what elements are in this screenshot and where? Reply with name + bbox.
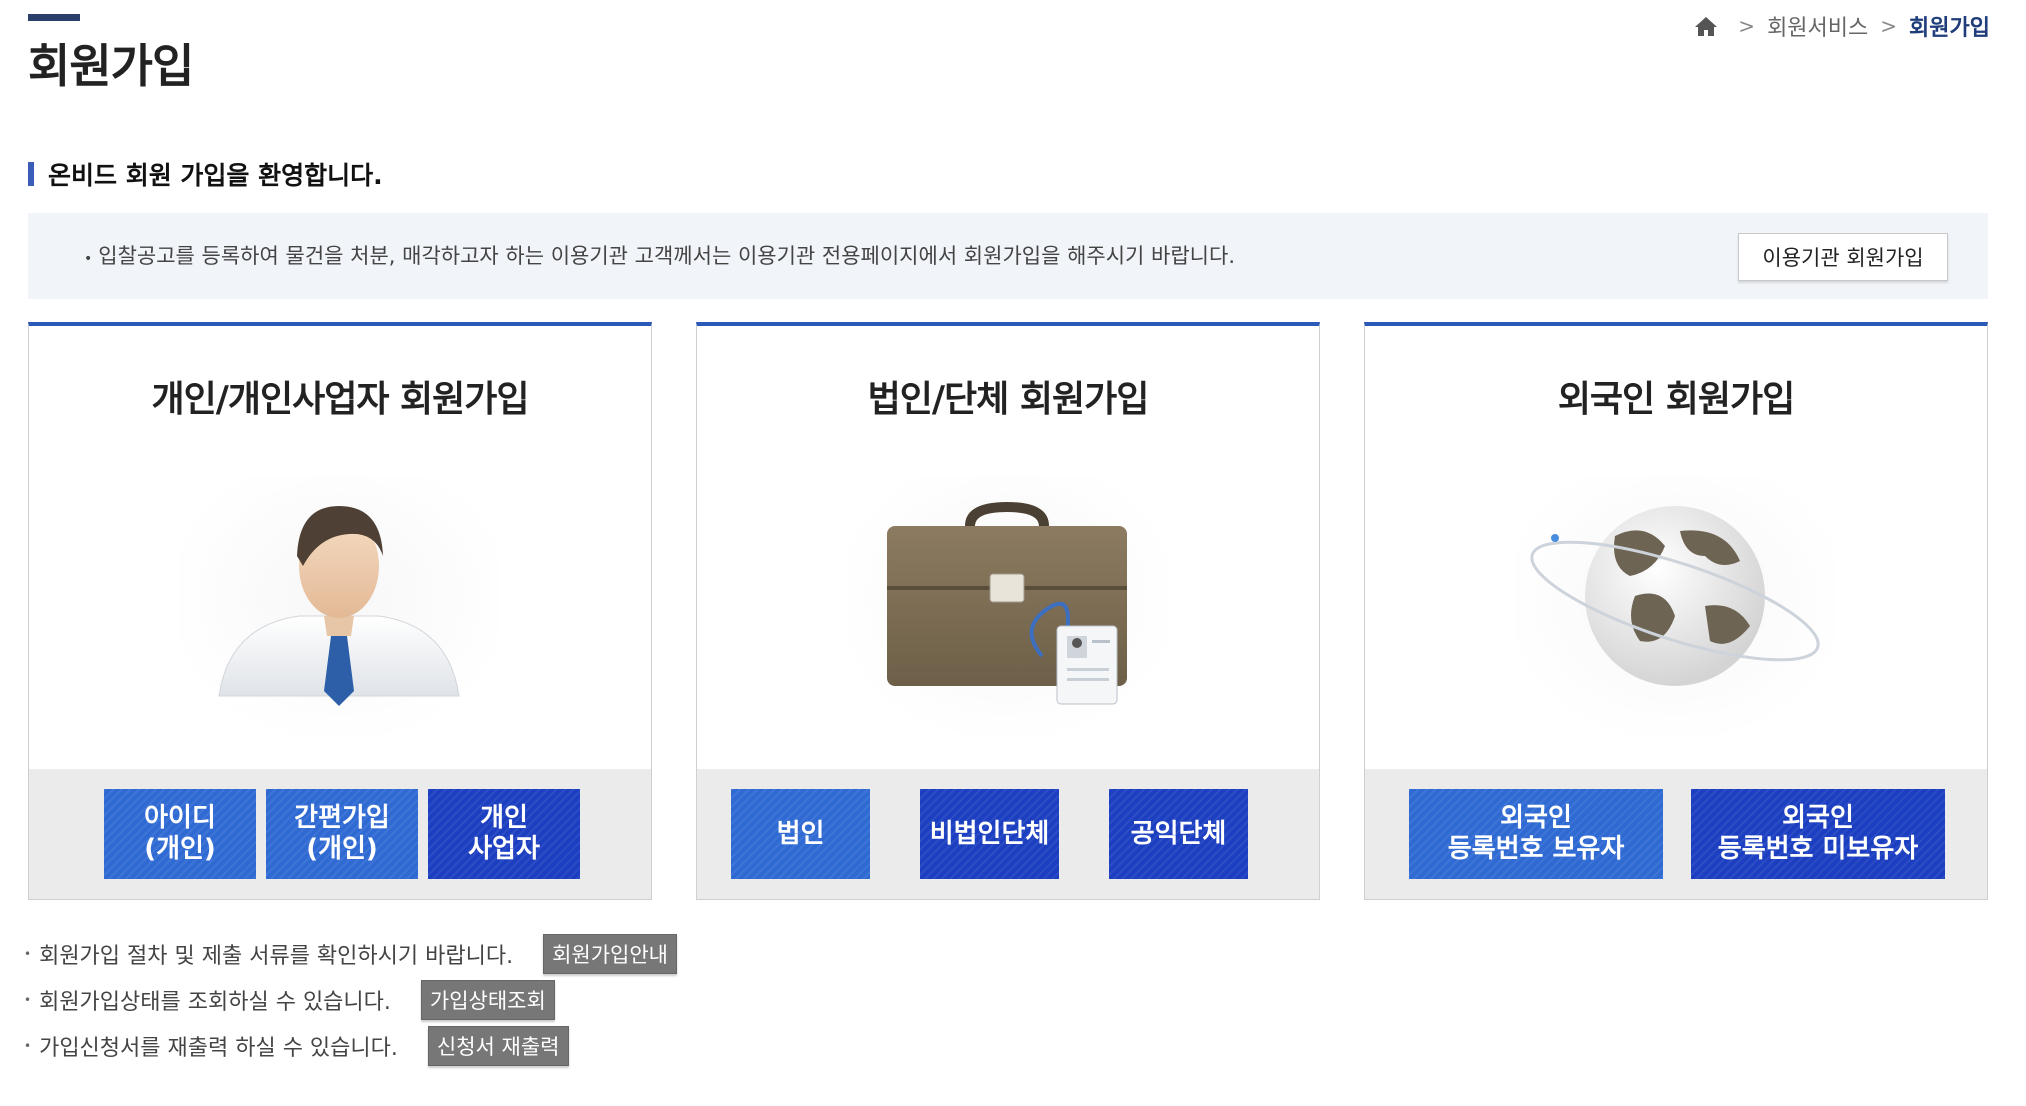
card-button-area: 외국인 등록번호 보유자 외국인 등록번호 미보유자 [1365, 769, 1987, 899]
card-button-area: 법인 비법인단체 공익단체 [697, 769, 1319, 899]
card-title: 법인/단체 회원가입 [867, 379, 1150, 420]
notice-text: 입찰공고를 등록하여 물건을 처분, 매각하고자 하는 이용기관 고객께서는 이… [98, 244, 1235, 268]
signup-foreigner-without-regno-button[interactable]: 외국인 등록번호 미보유자 [1691, 789, 1945, 879]
signup-corporation-button[interactable]: 법인 [731, 789, 870, 879]
section-heading: 온비드 회원 가입을 환영합니다. [28, 156, 383, 192]
info-row: • 회원가입상태를 조회하실 수 있습니다. 가입상태조회 [24, 980, 555, 1020]
bullet: • [24, 947, 32, 961]
card-title: 개인/개인사업자 회원가입 [151, 379, 529, 420]
card-individual: 개인/개인사업자 회원가입 아이디 (개인) 간편가입 (개인) 개인 사업자 [28, 322, 652, 900]
institution-signup-button[interactable]: 이용기관 회원가입 [1738, 233, 1948, 281]
info-row: • 가입신청서를 재출력 하실 수 있습니다. 신청서 재출력 [24, 1026, 569, 1066]
breadcrumb-separator: > [1738, 14, 1756, 38]
bullet: • [24, 993, 32, 1007]
signup-simple-individual-button[interactable]: 간편가입 (개인) [266, 789, 418, 879]
signup-id-individual-button[interactable]: 아이디 (개인) [104, 789, 256, 879]
card-foreigner: 외국인 회원가입 외국인 등록번호 보유자 외국인 등록번호 미보유자 [1364, 322, 1988, 900]
breadcrumb-item-member-service[interactable]: 회원서비스 [1767, 10, 1868, 42]
breadcrumb-item-current: 회원가입 [1909, 16, 1990, 41]
card-button-area: 아이디 (개인) 간편가입 (개인) 개인 사업자 [29, 769, 651, 899]
info-text: 회원가입 절차 및 제출 서류를 확인하시기 바랍니다. [39, 944, 514, 969]
title-accent-bar [28, 14, 80, 21]
reprint-application-button[interactable]: 신청서 재출력 [427, 1026, 569, 1066]
signup-sole-proprietor-button[interactable]: 개인 사업자 [428, 789, 580, 879]
info-row: • 회원가입 절차 및 제출 서류를 확인하시기 바랍니다. 회원가입안내 [24, 934, 677, 974]
signup-status-button[interactable]: 가입상태조회 [420, 980, 555, 1020]
notice-message: • 입찰공고를 등록하여 물건을 처분, 매각하고자 하는 이용기관 고객께서는 … [84, 240, 1235, 270]
breadcrumb: > 회원서비스 > 회원가입 [1694, 10, 1990, 42]
globe-icon [1515, 476, 1835, 746]
signup-guide-button[interactable]: 회원가입안내 [543, 934, 677, 974]
bullet: • [24, 1039, 32, 1053]
section-heading-text: 온비드 회원 가입을 환영합니다. [48, 161, 383, 190]
signup-foreigner-with-regno-button[interactable]: 외국인 등록번호 보유자 [1409, 789, 1663, 879]
briefcase-icon [847, 476, 1167, 746]
person-icon [179, 476, 499, 746]
card-title: 외국인 회원가입 [1557, 379, 1795, 420]
signup-unincorporated-group-button[interactable]: 비법인단체 [920, 789, 1059, 879]
card-corporation: 법인/단체 회원가입 법인 비법인단체 공익단체 [696, 322, 1320, 900]
info-text: 회원가입상태를 조회하실 수 있습니다. [39, 990, 391, 1015]
breadcrumb-separator: > [1880, 14, 1898, 38]
page-title: 회원가입 [28, 39, 194, 93]
info-text: 가입신청서를 재출력 하실 수 있습니다. [39, 1036, 398, 1061]
home-icon[interactable] [1694, 15, 1718, 37]
heading-marker [28, 162, 34, 186]
notice-box: • 입찰공고를 등록하여 물건을 처분, 매각하고자 하는 이용기관 고객께서는 … [28, 213, 1988, 299]
bullet: • [84, 251, 93, 267]
signup-public-group-button[interactable]: 공익단체 [1109, 789, 1248, 879]
